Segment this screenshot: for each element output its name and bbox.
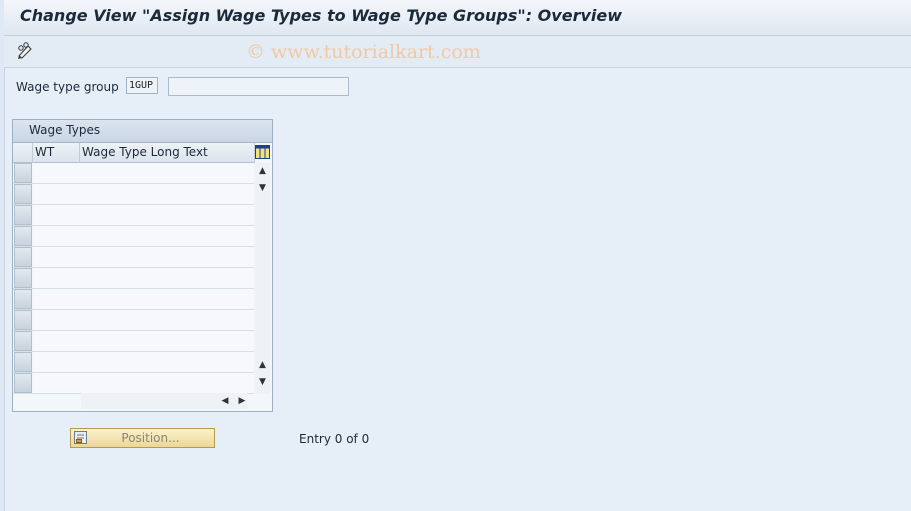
row-selector[interactable] (14, 205, 32, 225)
cell-long-text[interactable] (80, 352, 253, 372)
position-button[interactable]: Position... (70, 428, 215, 448)
table-row (13, 352, 254, 373)
scroll-down-icon[interactable]: ▼ (255, 180, 270, 196)
row-selector[interactable] (14, 289, 32, 309)
column-header-long-text-label: Wage Type Long Text (82, 145, 208, 159)
column-settings-icon[interactable] (255, 144, 270, 160)
cell-long-text[interactable] (80, 310, 253, 330)
title-bar: Change View "Assign Wage Types to Wage T… (4, 0, 911, 36)
cell-long-text[interactable] (80, 226, 253, 246)
table-row (13, 163, 254, 184)
row-selector[interactable] (14, 268, 32, 288)
wage-type-group-field[interactable]: 1GUP (126, 77, 158, 94)
cell-wt[interactable] (33, 373, 81, 393)
cell-wt[interactable] (33, 184, 81, 204)
row-selector[interactable] (14, 352, 32, 372)
wage-type-group-label: Wage type group (16, 80, 119, 94)
horizontal-scrollbar[interactable]: ◀ ▶ (81, 393, 247, 409)
table-row (13, 331, 254, 352)
cell-long-text[interactable] (80, 184, 253, 204)
scroll-right-icon[interactable]: ▶ (234, 393, 250, 409)
scroll-page-up-icon[interactable]: ▲ (255, 357, 270, 373)
column-header-wt[interactable]: WT (33, 143, 80, 163)
table-row (13, 247, 254, 268)
table-caption-label: Wage Types (29, 123, 101, 137)
cell-long-text[interactable] (80, 163, 253, 183)
table-row (13, 226, 254, 247)
cell-wt[interactable] (33, 268, 81, 288)
table-row (13, 373, 254, 394)
row-selector[interactable] (14, 226, 32, 246)
scroll-page-down-icon[interactable]: ▼ (255, 374, 270, 390)
select-all-header[interactable] (13, 143, 33, 163)
cell-wt[interactable] (33, 247, 81, 267)
cell-long-text[interactable] (80, 373, 253, 393)
vertical-scrollbar[interactable]: ▲ ▼ ▲ ▼ (255, 163, 270, 394)
watermark: © www.tutorialkart.com (246, 41, 481, 63)
cell-wt[interactable] (33, 331, 81, 351)
pencil-glasses-icon[interactable] (16, 42, 34, 60)
cell-wt[interactable] (33, 310, 81, 330)
cell-wt[interactable] (33, 205, 81, 225)
column-header-wt-label: WT (35, 145, 55, 159)
page-title: Change View "Assign Wage Types to Wage T… (20, 6, 622, 25)
table-row (13, 289, 254, 310)
cell-long-text[interactable] (80, 268, 253, 288)
entry-count: Entry 0 of 0 (299, 432, 370, 446)
table-row (13, 205, 254, 226)
scroll-left-icon[interactable]: ◀ (217, 393, 233, 409)
table-row (13, 268, 254, 289)
row-selector[interactable] (14, 310, 32, 330)
cell-wt[interactable] (33, 163, 81, 183)
cell-long-text[interactable] (80, 289, 253, 309)
position-button-label: Position... (121, 431, 180, 445)
table-row (13, 310, 254, 331)
row-selector[interactable] (14, 184, 32, 204)
table-row (13, 184, 254, 205)
table-caption: Wage Types (13, 120, 272, 143)
table-body (13, 163, 254, 394)
cell-long-text[interactable] (80, 331, 253, 351)
row-selector[interactable] (14, 163, 32, 183)
wage-type-group-text-field (168, 77, 349, 96)
row-selector[interactable] (14, 247, 32, 267)
cell-wt[interactable] (33, 352, 81, 372)
column-header-long-text[interactable]: Wage Type Long Text (80, 143, 255, 163)
cell-long-text[interactable] (80, 205, 253, 225)
wage-types-table: Wage Types WT Wage Type Long Text ▲ ▼ ▲ … (12, 119, 273, 412)
cell-wt[interactable] (33, 289, 81, 309)
row-selector[interactable] (14, 373, 32, 393)
scroll-up-icon[interactable]: ▲ (255, 163, 270, 179)
cell-long-text[interactable] (80, 247, 253, 267)
row-selector[interactable] (14, 331, 32, 351)
cell-wt[interactable] (33, 226, 81, 246)
